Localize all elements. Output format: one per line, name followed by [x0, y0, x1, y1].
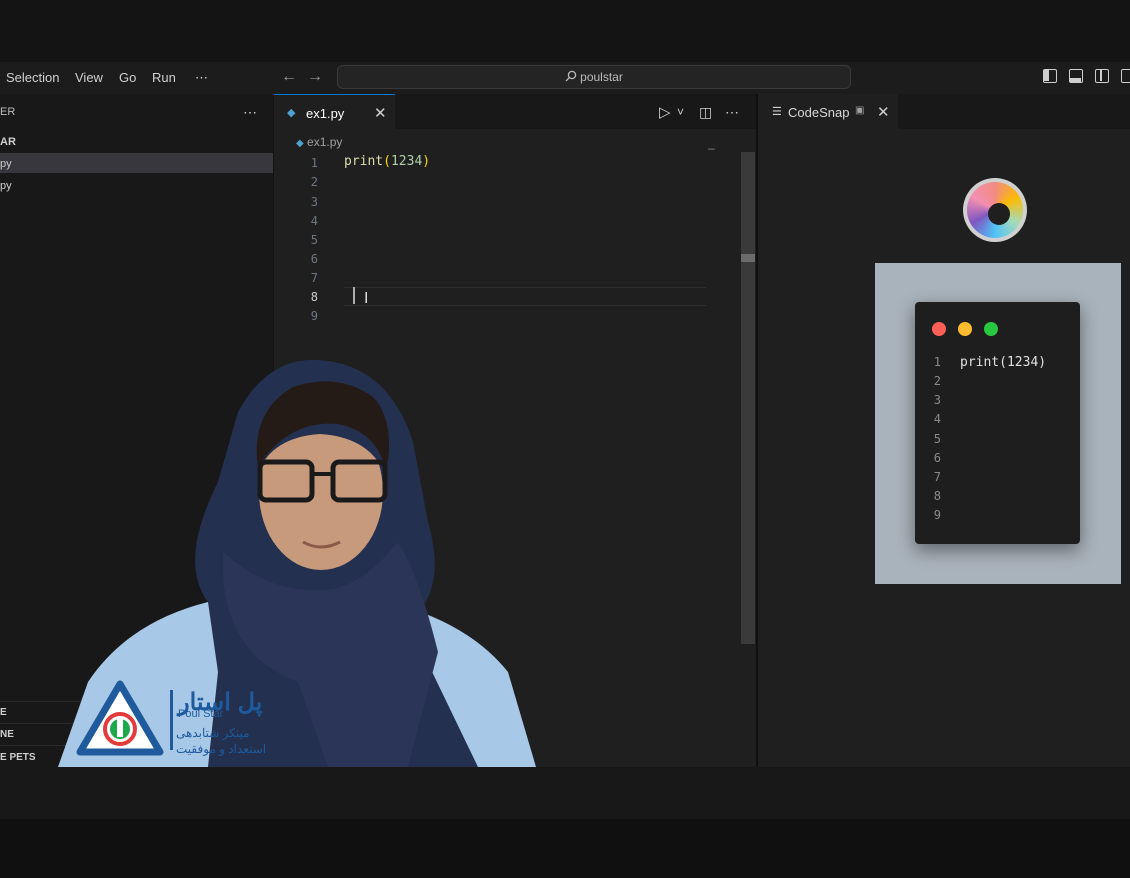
menu-more-icon[interactable]: ⋯: [195, 70, 208, 86]
vscode-pets-section[interactable]: E PETS: [0, 752, 36, 763]
tab-codesnap[interactable]: ☰ CodeSnap ▣ ✕: [758, 94, 898, 129]
scrollbar-thumb[interactable]: [741, 254, 755, 262]
logo-tagline-1: مینکر شتابدهی: [176, 726, 250, 740]
bottom-dark-band: [0, 819, 1130, 878]
file-item[interactable]: py: [0, 158, 12, 170]
customize-layout-icon[interactable]: [1121, 69, 1130, 83]
outline-section[interactable]: E: [0, 707, 7, 718]
menu-run[interactable]: Run: [152, 70, 176, 85]
line-number: 5: [310, 233, 318, 247]
snapshot-window: 1 2 3 4 5 6 7 8 9 print(1234): [915, 302, 1080, 544]
workspace-folder[interactable]: AR: [0, 136, 16, 148]
toggle-primary-sidebar-icon[interactable]: [1043, 69, 1057, 83]
editor-tab-bar: ◆ ex1.py ✕ ▷ ˅ ◫ ⋯: [274, 94, 756, 129]
line-number: 1: [310, 156, 318, 170]
shutter-aperture: [988, 203, 1010, 225]
status-area: [0, 767, 1130, 819]
run-python-icon[interactable]: ▷: [659, 103, 671, 121]
snapshot-line-number: 7: [933, 470, 941, 484]
split-editor-icon[interactable]: ◫: [699, 104, 712, 121]
editor-more-icon[interactable]: ⋯: [725, 104, 739, 121]
line-number: 9: [310, 309, 318, 323]
logo-title-en: Poul Star: [178, 708, 224, 720]
maximize-dot: [984, 322, 998, 336]
breadcrumb[interactable]: ◆ ex1.py: [296, 135, 342, 149]
code-paren-close: ): [422, 154, 431, 169]
toggle-secondary-sidebar-icon[interactable]: [1095, 69, 1109, 83]
snapshot-line-number: 9: [933, 508, 941, 522]
code-paren-open: (: [383, 154, 391, 169]
line-number: 2: [310, 175, 318, 189]
snapshot-line-number: 3: [933, 393, 941, 407]
toggle-panel-icon[interactable]: [1069, 69, 1083, 83]
menu-go[interactable]: Go: [119, 70, 136, 85]
menu-bar: Selection View Go Run ⋯ ← → poulstar: [0, 62, 1130, 94]
logo-tagline-2: استعداد و موفقیت: [176, 742, 267, 756]
shutter-blades: [967, 182, 1023, 238]
code-line-1[interactable]: print(1234): [344, 154, 430, 169]
search-text: poulstar: [580, 70, 623, 84]
line-number: 3: [310, 195, 318, 209]
explorer-header: ER: [0, 106, 16, 118]
tab-ex1-py[interactable]: ◆ ex1.py ✕: [274, 94, 395, 129]
tab-label: CodeSnap: [788, 105, 850, 120]
close-dot: [932, 322, 946, 336]
explorer-more-icon[interactable]: ⋯: [243, 104, 257, 121]
minimize-dot: [958, 322, 972, 336]
codesnap-panel: ☰ CodeSnap ▣ ✕ 1 2 3 4 5 6 7 8 9 print(1…: [758, 94, 1130, 767]
breadcrumb-file: ex1.py: [307, 135, 343, 149]
camera-shutter-icon[interactable]: [963, 178, 1027, 242]
line-number: 7: [310, 271, 318, 285]
python-file-icon: ◆: [287, 107, 296, 119]
line-number-active: 8: [310, 290, 318, 304]
snapshot-line-number: 8: [933, 489, 941, 503]
lock-icon: ▣: [855, 105, 865, 116]
ibeam-cursor-icon: I: [364, 290, 369, 307]
search-text-row: poulstar: [338, 70, 850, 84]
presenter-photo: [58, 359, 536, 767]
snapshot-frame: 1 2 3 4 5 6 7 8 9 print(1234): [875, 263, 1121, 584]
editor-scrollbar[interactable]: [741, 152, 755, 644]
preview-icon: ☰: [772, 106, 782, 118]
codesnap-tab-bar: ☰ CodeSnap ▣ ✕: [758, 94, 1130, 129]
snapshot-line-number: 4: [933, 412, 941, 426]
code-argument: 1234: [390, 154, 423, 169]
command-center-search[interactable]: poulstar: [337, 65, 851, 89]
search-icon: [565, 70, 577, 82]
snapshot-line-number: 6: [933, 451, 941, 465]
snapshot-line-number: 2: [933, 374, 941, 388]
snapshot-line-number: 1: [933, 355, 941, 369]
line-number: 4: [310, 214, 318, 228]
text-caret: [353, 287, 355, 304]
tab-close-icon[interactable]: ✕: [877, 103, 890, 121]
code-function: print: [344, 154, 384, 169]
selected-file-highlight: [0, 153, 273, 173]
back-arrow-icon[interactable]: ←: [281, 68, 297, 86]
menu-view[interactable]: View: [75, 70, 103, 85]
snapshot-line-number: 5: [933, 432, 941, 446]
python-file-icon: ◆: [296, 138, 304, 149]
forward-arrow-icon[interactable]: →: [307, 68, 323, 86]
timeline-section[interactable]: NE: [0, 729, 14, 740]
current-line-highlight: [344, 287, 706, 306]
menu-selection[interactable]: Selection: [6, 70, 59, 85]
snapshot-code: print(1234): [960, 355, 1047, 370]
run-menu-chevron-icon[interactable]: ˅: [677, 105, 684, 119]
line-number: 6: [310, 252, 318, 266]
tab-label: ex1.py: [306, 106, 345, 121]
file-item[interactable]: py: [0, 180, 12, 192]
fold-indicator-icon[interactable]: –: [708, 141, 715, 155]
tab-close-icon[interactable]: ✕: [374, 104, 387, 122]
